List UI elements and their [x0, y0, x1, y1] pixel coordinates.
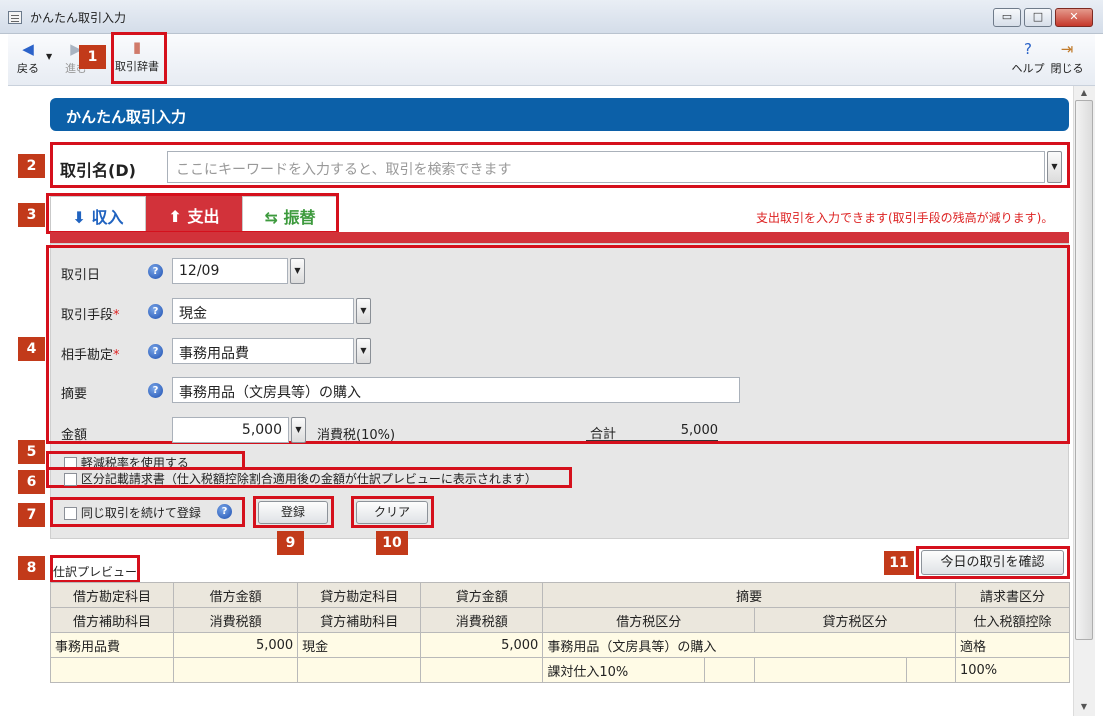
maximize-button[interactable]: □: [1024, 8, 1052, 27]
tab-hint: 支出取引を入力できます(取引手段の残高が減ります)。: [756, 211, 1054, 225]
close-button[interactable]: ⇥ 閉じる: [1050, 40, 1084, 76]
search-dropdown-icon[interactable]: ▼: [1047, 151, 1062, 183]
total-underline: [586, 440, 718, 441]
back-arrow-icon: ◀: [22, 40, 34, 58]
close-window-button[interactable]: ✕: [1055, 8, 1093, 27]
help-button[interactable]: ? ヘルプ: [1011, 40, 1045, 76]
memo-label: 摘要: [61, 387, 88, 402]
callout-11: 11: [884, 551, 914, 575]
tax-label: 消費税(10%): [317, 428, 396, 443]
date-help-icon[interactable]: ?: [148, 264, 163, 279]
date-input[interactable]: 12/09: [172, 258, 288, 284]
table-header-row: 借方勘定科目 借方金額 貸方勘定科目 貸方金額 摘要 請求書区分: [49, 582, 1071, 608]
invoice-checkbox[interactable]: 区分記載請求書（仕入税額控除割合適用後の金額が仕訳プレビューに表示されます）: [64, 470, 537, 487]
back-button[interactable]: ◀ 戻る: [14, 40, 42, 76]
table-row: 課対仕入10% 100%: [49, 657, 1071, 683]
date-dropdown-icon[interactable]: ▼: [290, 258, 305, 284]
callout-frame-8: [50, 555, 140, 583]
callout-4: 4: [18, 337, 45, 361]
account-select[interactable]: 事務用品費: [172, 338, 354, 364]
search-input[interactable]: ここにキーワードを入力すると、取引を検索できます: [167, 151, 1045, 183]
callout-7: 7: [18, 503, 45, 527]
callout-1: 1: [79, 45, 106, 69]
scroll-up-icon[interactable]: ▲: [1075, 88, 1093, 99]
callout-frame-9: [253, 496, 334, 528]
scroll-down-icon[interactable]: ▼: [1075, 702, 1093, 713]
callout-2: 2: [18, 154, 45, 178]
amount-label: 金額: [61, 428, 88, 443]
method-select[interactable]: 現金: [172, 298, 354, 324]
page-title: かんたん取引入力: [50, 98, 1069, 131]
table-row: 事務用品費 5,000 現金 5,000 事務用品（文房具等）の購入 適格: [49, 632, 1071, 658]
account-label: 相手勘定*: [61, 348, 120, 363]
account-dropdown-icon[interactable]: ▼: [356, 338, 371, 364]
table-header-row: 借方補助科目 消費税額 貸方補助科目 消費税額 借方税区分 貸方税区分 仕入税額…: [49, 607, 1071, 633]
checkbox-box[interactable]: [64, 507, 77, 520]
callout-3: 3: [18, 203, 45, 227]
scrollbar-thumb[interactable]: [1075, 100, 1093, 640]
callout-frame-11: [916, 546, 1070, 579]
journal-preview-table: 借方勘定科目 借方金額 貸方勘定科目 貸方金額 摘要 請求書区分 借方補助科目 …: [49, 582, 1071, 683]
method-dropdown-icon[interactable]: ▼: [356, 298, 371, 324]
app-icon: [8, 11, 22, 24]
callout-5: 5: [18, 440, 45, 464]
back-dropdown-icon[interactable]: ▼: [46, 52, 52, 61]
callout-frame-1: [111, 32, 167, 84]
account-help-icon[interactable]: ?: [148, 344, 163, 359]
callout-10: 10: [376, 531, 408, 555]
method-help-icon[interactable]: ?: [148, 304, 163, 319]
minimize-button[interactable]: ▭: [993, 8, 1021, 27]
date-label: 取引日: [61, 268, 101, 283]
memo-help-icon[interactable]: ?: [148, 383, 163, 398]
continue-help-icon[interactable]: ?: [217, 504, 232, 519]
window-titlebar: [0, 0, 1103, 34]
callout-frame-3: [46, 193, 339, 234]
exit-icon: ⇥: [1060, 40, 1074, 58]
amount-input[interactable]: 5,000: [172, 417, 289, 443]
method-label: 取引手段*: [61, 308, 120, 323]
callout-9: 9: [277, 531, 304, 555]
window-title: かんたん取引入力: [30, 11, 127, 25]
amount-dropdown-icon[interactable]: ▼: [291, 417, 306, 443]
total-value: 5,000: [680, 423, 718, 438]
toolbar: [8, 34, 1095, 86]
continue-checkbox[interactable]: 同じ取引を続けて登録: [64, 504, 201, 521]
callout-6: 6: [18, 470, 45, 494]
checkbox-box[interactable]: [64, 473, 77, 486]
search-label: 取引名(D): [60, 161, 136, 180]
help-icon: ?: [1024, 40, 1032, 58]
memo-input[interactable]: 事務用品（文房具等）の購入: [172, 377, 740, 403]
callout-8: 8: [18, 556, 45, 580]
callout-frame-10: [351, 496, 434, 528]
